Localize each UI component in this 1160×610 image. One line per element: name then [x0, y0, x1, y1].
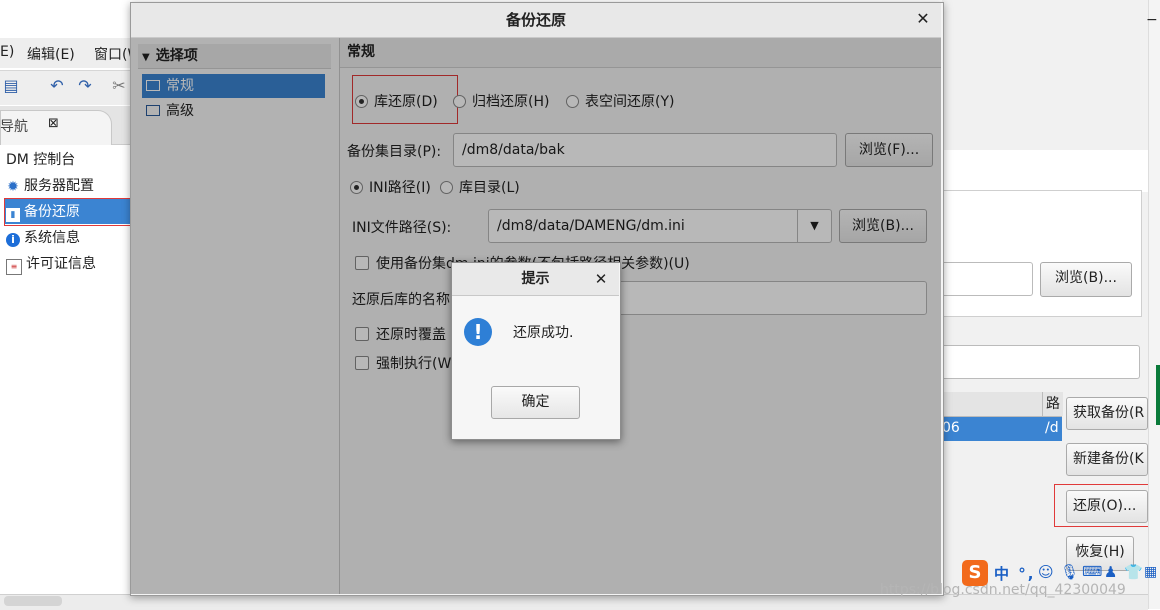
nav-item-system-info[interactable]: i 系统信息 [6, 226, 80, 250]
nav-item-label: 备份还原 [24, 204, 80, 220]
save-icon[interactable]: ▤ [2, 78, 20, 94]
emoji-icon[interactable]: ☺ [1038, 563, 1054, 581]
background-browse-button[interactable]: 浏览(B)... [1040, 262, 1132, 297]
horizontal-scroll-thumb[interactable] [4, 596, 62, 606]
watermark: https://blog.csdn.net/qq_42300049 [880, 582, 1126, 598]
gear-icon: ✹ [7, 179, 19, 195]
nav-item-dm-console[interactable]: DM 控制台 [6, 148, 75, 172]
background-right-frame [942, 190, 1142, 317]
background-table-col-path[interactable]: 路 [1042, 392, 1063, 416]
background-table-row[interactable] [942, 417, 1062, 441]
redo-icon[interactable]: ↷ [76, 78, 94, 94]
ime-status-text[interactable]: 中 °, [994, 563, 1035, 584]
tab-close-icon[interactable]: ⊠ [48, 116, 59, 131]
tab-navigation-label: 导航 [0, 119, 28, 135]
close-icon[interactable]: ✕ [914, 10, 932, 28]
undo-icon[interactable]: ↶ [48, 78, 66, 94]
nav-item-server-config[interactable]: ✹ 服务器配置 [6, 174, 94, 198]
highlight-box-restore [1054, 484, 1158, 527]
nav-item-license-info[interactable]: ≡ 许可证信息 [6, 252, 96, 276]
close-icon[interactable]: ✕ [592, 270, 610, 288]
nav-item-label: DM 控制台 [6, 152, 76, 168]
toolbox-icon[interactable]: ▦ [1144, 564, 1157, 580]
info-exclamation-icon: ! [464, 318, 492, 346]
background-path-field[interactable] [942, 262, 1033, 296]
keyboard-icon[interactable]: ⌨ [1082, 564, 1102, 580]
nav-item-label: 服务器配置 [24, 178, 94, 194]
message-text: 还原成功. [513, 325, 574, 341]
cut-icon[interactable]: ✂ [110, 78, 128, 94]
background-table-cell-2: /d [1045, 420, 1059, 436]
sogou-logo-icon[interactable]: S [962, 560, 988, 586]
nav-item-label: 系统信息 [24, 230, 80, 246]
nav-item-backup-restore[interactable]: ▮ 备份还原 [6, 200, 80, 224]
skin-icon[interactable]: 👕 [1124, 563, 1143, 581]
menu-item-edit[interactable]: 编辑(E) [27, 44, 75, 64]
nav-item-label: 许可证信息 [26, 256, 96, 272]
get-backup-button[interactable]: 获取备份(R [1066, 397, 1148, 430]
menu-item-file[interactable]: E) [0, 44, 14, 60]
side-marker [1156, 365, 1160, 425]
vertical-scrollbar[interactable] [1148, 0, 1160, 609]
mic-icon[interactable]: 🎙 [1060, 563, 1079, 581]
ok-button[interactable]: 确定 [491, 386, 580, 419]
user-icon[interactable]: ♟ [1104, 563, 1117, 581]
background-table-cell: 06 [942, 420, 960, 436]
backup-icon: ▮ [6, 208, 20, 222]
license-icon: ≡ [6, 259, 22, 275]
info-icon: i [6, 233, 20, 247]
dialog-title: 备份还原 [131, 3, 941, 38]
minimize-icon[interactable]: − [1146, 12, 1158, 28]
background-field-2[interactable] [942, 345, 1140, 379]
new-backup-button[interactable]: 新建备份(K [1066, 443, 1148, 476]
background-right-area [942, 150, 1148, 192]
